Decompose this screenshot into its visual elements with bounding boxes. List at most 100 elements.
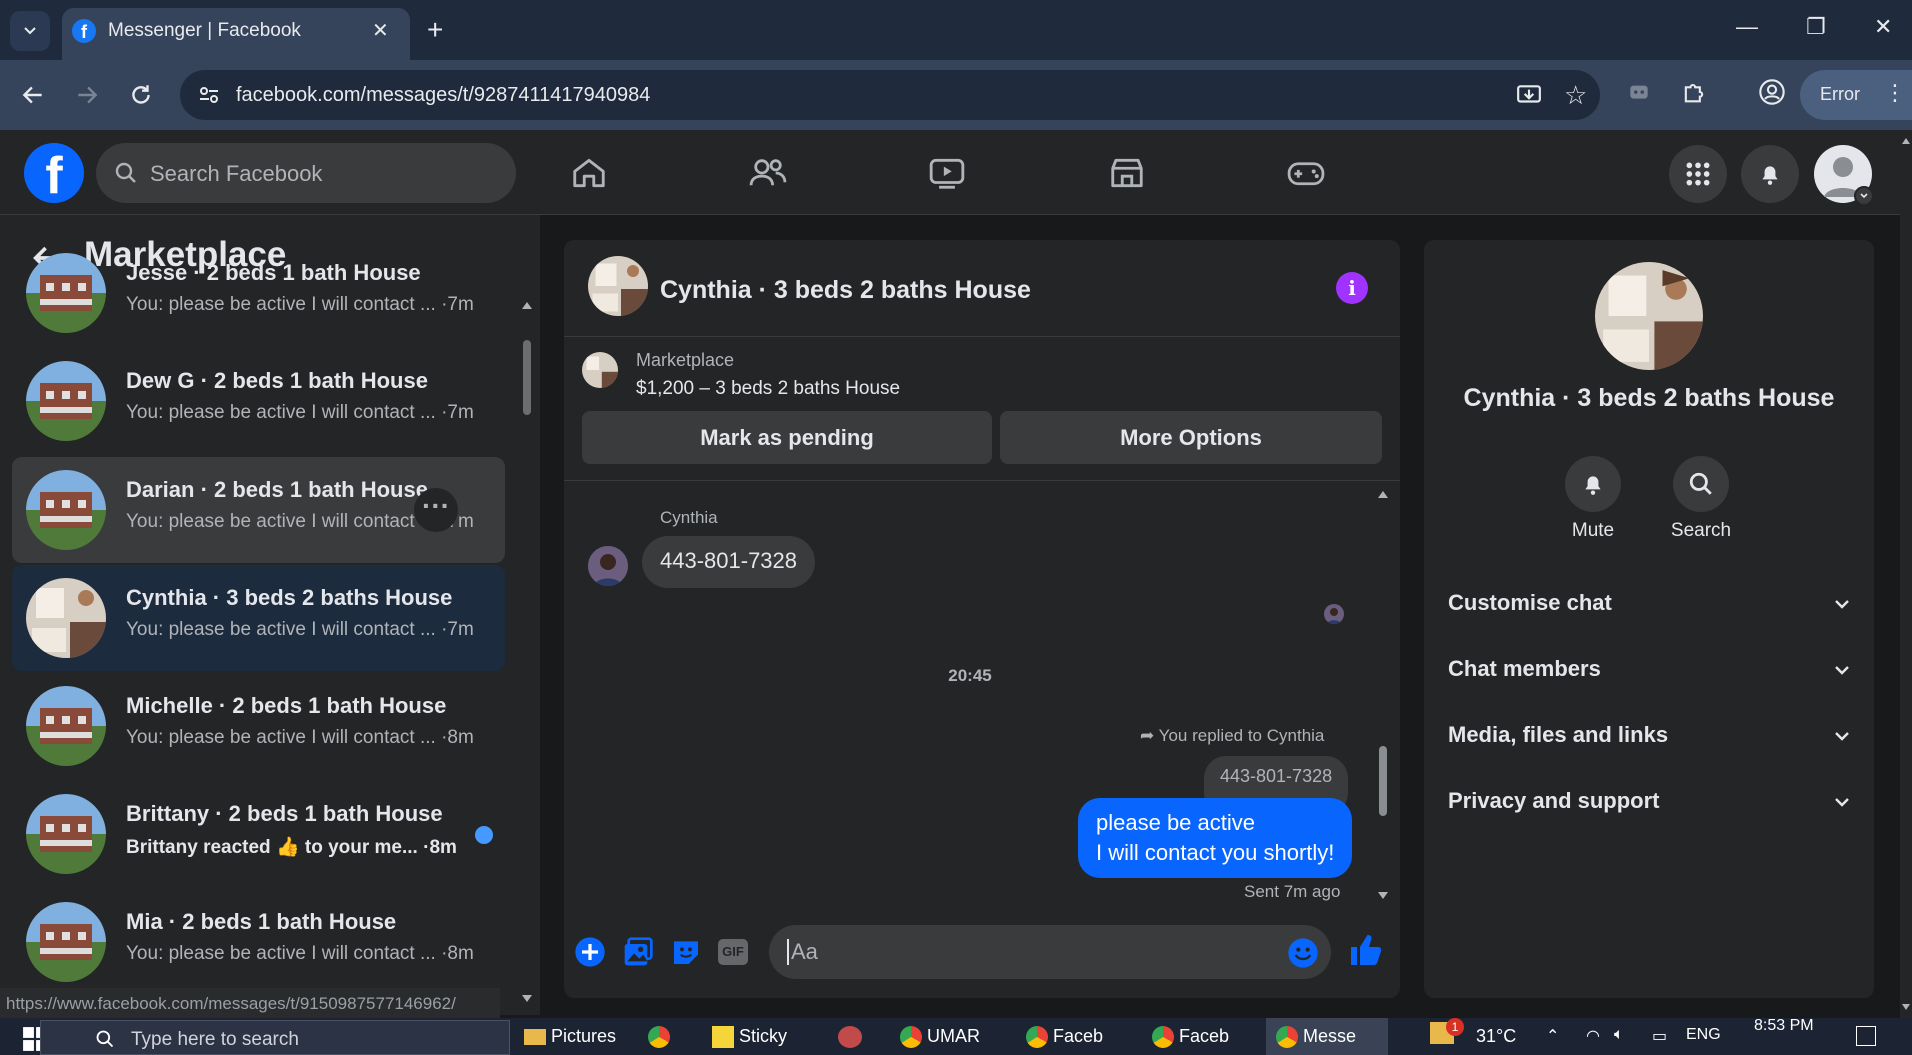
marketplace-icon[interactable]	[1108, 154, 1146, 192]
customise-chat-row[interactable]: Customise chat	[1448, 590, 1852, 616]
battery-icon[interactable]: ▭	[1652, 1026, 1667, 1046]
weather-temperature[interactable]: 31°C	[1476, 1026, 1516, 1047]
tab-close-icon[interactable]: ✕	[372, 18, 389, 43]
watch-video-icon[interactable]	[928, 154, 966, 192]
profile-icon[interactable]	[1758, 78, 1786, 106]
tab-search-button[interactable]	[10, 11, 50, 51]
facebook-logo-icon[interactable]: f	[24, 143, 84, 205]
profile-error-label: Error	[1820, 84, 1860, 104]
conversation-item-jesse[interactable]: Jesse · 2 beds 1 bath House You: please …	[12, 240, 505, 346]
taskbar-item-umar[interactable]: UMAR	[900, 1026, 980, 1049]
taskbar-item-pictures[interactable]: Pictures	[524, 1026, 616, 1047]
chat-title[interactable]: Cynthia · 3 beds 2 baths House	[660, 276, 1031, 305]
conversation-item-mia[interactable]: Mia · 2 beds 1 bath House You: please be…	[12, 889, 505, 989]
link-status-bar: https://www.facebook.com/messages/t/9150…	[0, 988, 500, 1020]
keyboard-language[interactable]: ENG	[1686, 1026, 1721, 1044]
conversation-item-michelle[interactable]: Michelle · 2 beds 1 bath House You: plea…	[12, 673, 505, 779]
forward-icon[interactable]	[74, 82, 100, 108]
search-placeholder: Search Facebook	[150, 161, 323, 186]
reload-icon[interactable]	[128, 82, 154, 108]
gif-icon[interactable]: GIF	[718, 939, 748, 965]
more-options-button[interactable]: More Options	[1000, 411, 1382, 464]
notifications-button[interactable]	[1741, 145, 1799, 203]
conversation-name: Jesse · 2 beds 1 bath House	[126, 260, 421, 285]
more-options-dots-icon[interactable]: ···	[414, 488, 458, 532]
taskbar-item-faceb-2[interactable]: Faceb	[1152, 1026, 1229, 1049]
mark-as-pending-button[interactable]: Mark as pending	[582, 411, 992, 464]
media-files-links-row[interactable]: Media, files and links	[1448, 722, 1852, 748]
privacy-support-row[interactable]: Privacy and support	[1448, 788, 1852, 814]
friends-icon[interactable]	[748, 154, 788, 192]
listing-price[interactable]: $1,200 – 3 beds 2 baths House	[636, 378, 900, 400]
conversation-snippet: You: please be active I will contact ...…	[126, 294, 474, 315]
conversation-name: Mia · 2 beds 1 bath House	[126, 909, 397, 934]
taskbar-item-sticky[interactable]: Sticky	[712, 1026, 787, 1049]
taskbar-notification-app[interactable]: 1	[1430, 1018, 1464, 1049]
divider	[564, 480, 1400, 481]
taskbar-search-input[interactable]: Type here to search	[40, 1020, 510, 1055]
details-avatar[interactable]	[1595, 262, 1703, 370]
grid-icon	[1686, 162, 1710, 186]
taskbar-item-app[interactable]	[838, 1026, 862, 1049]
sender-avatar[interactable]	[588, 546, 628, 586]
section-label: Customise chat	[1448, 590, 1612, 615]
menu-grid-button[interactable]	[1669, 145, 1727, 203]
outgoing-message-bubble[interactable]: please be active I will contact you shor…	[1078, 798, 1353, 878]
read-receipt-avatar	[1324, 604, 1344, 624]
minimize-icon[interactable]: —	[1736, 14, 1758, 40]
volume-icon[interactable]: 🔈︎	[1614, 1026, 1624, 1044]
facebook-search-input[interactable]: Search Facebook	[96, 143, 516, 203]
reply-context: ➦ You replied to Cynthia	[1140, 726, 1324, 746]
chat-members-row[interactable]: Chat members	[1448, 656, 1852, 682]
add-attachment-icon[interactable]	[574, 936, 606, 968]
chrome-icon	[900, 1026, 922, 1049]
address-bar[interactable]: facebook.com/messages/t/9287411417940984…	[180, 70, 1600, 120]
close-window-icon[interactable]: ✕	[1874, 14, 1892, 40]
mute-button[interactable]	[1565, 456, 1621, 512]
conversation-list-scrollbar[interactable]	[520, 295, 534, 1010]
notification-center-icon[interactable]	[1856, 1026, 1876, 1046]
conversation-item-brittany[interactable]: Brittany · 2 beds 1 bath House Brittany …	[12, 781, 505, 887]
taskbar-item-label: Faceb	[1053, 1026, 1104, 1046]
search-in-chat-button[interactable]	[1673, 456, 1729, 512]
bookmark-star-icon[interactable]: ☆	[1564, 80, 1587, 111]
new-tab-button[interactable]: +	[427, 14, 443, 46]
conversation-item-dew-g[interactable]: Dew G · 2 beds 1 bath House You: please …	[12, 348, 505, 454]
taskbar-item-messenger-active[interactable]: Messe	[1266, 1018, 1388, 1055]
restore-icon[interactable]: ❐	[1806, 14, 1826, 40]
taskbar-item-faceb-1[interactable]: Faceb	[1026, 1026, 1104, 1049]
kebab-menu-icon[interactable]: ⋮	[1884, 80, 1906, 106]
gaming-icon[interactable]	[1286, 154, 1326, 192]
info-icon[interactable]: i	[1336, 272, 1368, 304]
sticky-notes-icon	[712, 1026, 734, 1049]
listing-thumbnail	[26, 902, 106, 982]
back-icon[interactable]	[20, 82, 46, 108]
photo-icon[interactable]	[622, 936, 654, 968]
sticker-icon[interactable]	[670, 936, 702, 968]
taskbar-item-chrome[interactable]	[648, 1026, 670, 1049]
profile-error-button[interactable]: Error ⋮	[1800, 70, 1912, 120]
extension-robot-icon[interactable]	[1626, 78, 1652, 104]
like-thumbs-up-icon[interactable]	[1348, 932, 1384, 968]
section-label: Media, files and links	[1448, 722, 1669, 747]
tray-chevron-up-icon[interactable]: ⌃	[1546, 1026, 1559, 1046]
browser-tab-bar: f Messenger | Facebook ✕ + — ❐ ✕	[0, 0, 1912, 60]
install-app-icon[interactable]	[1516, 82, 1542, 108]
home-icon[interactable]	[570, 154, 608, 192]
wifi-icon[interactable]: ◠	[1586, 1026, 1600, 1046]
messages-scrollbar[interactable]	[1376, 486, 1390, 904]
message-input[interactable]: Aa	[769, 925, 1331, 979]
chat-avatar[interactable]	[588, 256, 648, 316]
incoming-message-bubble[interactable]: 443-801-7328	[642, 536, 816, 588]
clock-time[interactable]: 8:53 PM	[1754, 1017, 1814, 1035]
extensions-puzzle-icon[interactable]	[1680, 78, 1708, 106]
emoji-icon[interactable]	[1287, 937, 1319, 969]
site-settings-icon[interactable]	[198, 84, 220, 106]
search-icon	[1689, 472, 1712, 495]
conversation-list-panel: Marketplace Jesse · 2 beds 1 bath House …	[0, 215, 540, 1015]
account-chevron-icon[interactable]	[1854, 186, 1874, 206]
conversation-item-cynthia[interactable]: Cynthia · 3 beds 2 baths House You: plea…	[12, 565, 505, 671]
details-title: Cynthia · 3 beds 2 baths House	[1463, 384, 1835, 412]
page-scrollbar[interactable]	[1900, 130, 1912, 1018]
conversation-item-darian[interactable]: Darian · 2 beds 1 bath House You: please…	[12, 457, 505, 563]
